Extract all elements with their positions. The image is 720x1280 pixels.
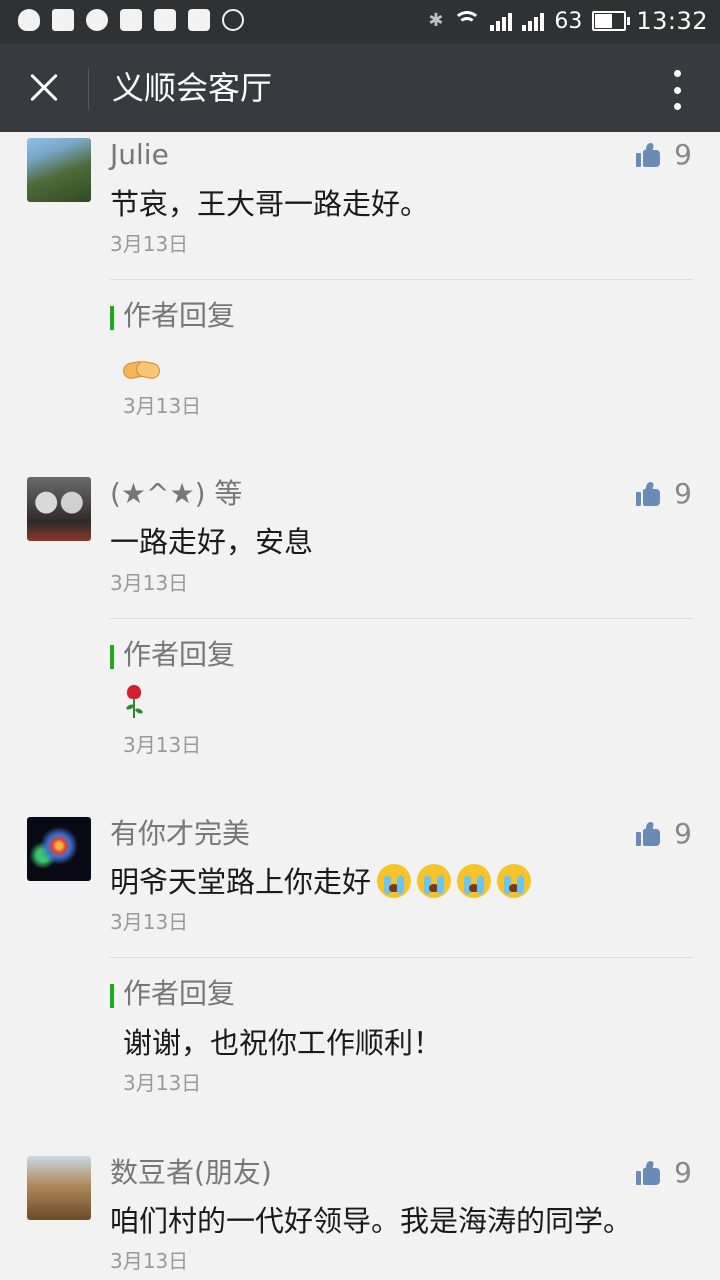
bluetooth-icon: ✱ — [428, 10, 444, 31]
comment-item: 数豆者(朋友) 9 咱们村的一代好领导。我是海涛的同学。 3月13日 — [0, 1150, 720, 1280]
comment-date: 3月13日 — [110, 1249, 189, 1273]
like-button[interactable]: 9 — [636, 1155, 692, 1191]
reply-date: 3月13日 — [123, 733, 202, 757]
title-bar: 义顺会客厅 — [0, 44, 720, 132]
comment-text: 明爷天堂路上你走好 — [110, 862, 532, 902]
wifi-icon — [453, 11, 482, 31]
battery-percent: 63 — [554, 8, 583, 34]
more-options-button[interactable] — [668, 70, 686, 110]
like-count: 9 — [674, 817, 692, 850]
reply-date: 3月13日 — [123, 394, 202, 418]
rose-icon — [123, 685, 145, 719]
signal-icon — [490, 11, 513, 31]
avatar[interactable] — [27, 138, 91, 202]
comment-item: (★^★) 等 9 一路走好，安息 3月13日 作者回复 3月13日 — [0, 471, 720, 791]
status-bar: ✱ 63 13:32 — [0, 0, 720, 44]
q-icon — [86, 9, 108, 31]
author-reply-label: 作者回复 — [110, 976, 235, 1012]
comment-author[interactable]: 有你才完美 — [110, 816, 250, 852]
reply-divider — [110, 957, 693, 958]
battery-fill — [595, 14, 612, 28]
reply-divider — [110, 618, 693, 619]
comment-text: 一路走好，安息 — [110, 525, 314, 559]
notification-icons — [18, 9, 244, 31]
thumbs-up-icon — [636, 143, 661, 167]
reply-content: 谢谢，也祝你工作顺利！ — [123, 1026, 443, 1060]
more-circle-icon — [222, 9, 244, 31]
battery-icon — [592, 11, 631, 31]
comment-text-body: 明爷天堂路上你走好 — [110, 865, 372, 899]
avatar[interactable] — [27, 1156, 91, 1220]
reply-content — [121, 350, 162, 390]
message-icon — [52, 9, 74, 31]
comment-author[interactable]: Julie — [110, 137, 169, 173]
reply-date: 3月13日 — [123, 1071, 202, 1095]
signal-icon-2 — [522, 11, 545, 31]
title-divider — [88, 68, 89, 110]
reply-content — [123, 685, 145, 729]
crying-face-icon — [457, 864, 492, 898]
comment-text: 节哀，王大哥一路走好。 — [110, 187, 430, 221]
qq-icon — [18, 9, 40, 31]
like-count: 9 — [674, 1156, 692, 1189]
like-count: 9 — [674, 477, 692, 510]
like-button[interactable]: 9 — [636, 137, 692, 173]
avatar[interactable] — [27, 817, 91, 881]
comment-item: Julie 9 节哀，王大哥一路走好。 3月13日 作者回复 3月13日 — [0, 132, 720, 452]
like-button[interactable]: 9 — [636, 476, 692, 512]
thumbs-up-icon — [636, 1161, 661, 1185]
comment-date: 3月13日 — [110, 571, 189, 595]
system-indicators: ✱ 63 13:32 — [428, 7, 708, 35]
leme-icon — [154, 9, 176, 31]
author-reply-label: 作者回复 — [110, 298, 235, 334]
thumbs-up-icon — [636, 822, 661, 846]
handshake-icon — [121, 358, 162, 381]
comment-text: 咱们村的一代好领导。我是海涛的同学。 — [110, 1204, 633, 1238]
page-title: 义顺会客厅 — [112, 69, 273, 107]
like-count: 9 — [674, 138, 692, 171]
comment-date: 3月13日 — [110, 910, 189, 934]
comment-item: 有你才完美 9 明爷天堂路上你走好 3月13日 作者回复 谢谢，也祝你工作顺利！… — [0, 811, 720, 1131]
like-button[interactable]: 9 — [636, 816, 692, 852]
comment-author[interactable]: (★^★) 等 — [110, 476, 242, 512]
close-button[interactable] — [22, 66, 66, 110]
avatar[interactable] — [27, 477, 91, 541]
comment-date: 3月13日 — [110, 232, 189, 256]
comment-author[interactable]: 数豆者(朋友) — [110, 1155, 272, 1191]
image-icon — [120, 9, 142, 31]
crying-face-icon — [377, 864, 412, 898]
app-grid-icon — [188, 9, 210, 31]
crying-face-icon — [417, 864, 452, 898]
author-reply-label: 作者回复 — [110, 637, 235, 673]
crying-face-icon — [497, 864, 532, 898]
thumbs-up-icon — [636, 482, 661, 506]
clock: 13:32 — [636, 7, 708, 35]
reply-divider — [110, 279, 693, 280]
